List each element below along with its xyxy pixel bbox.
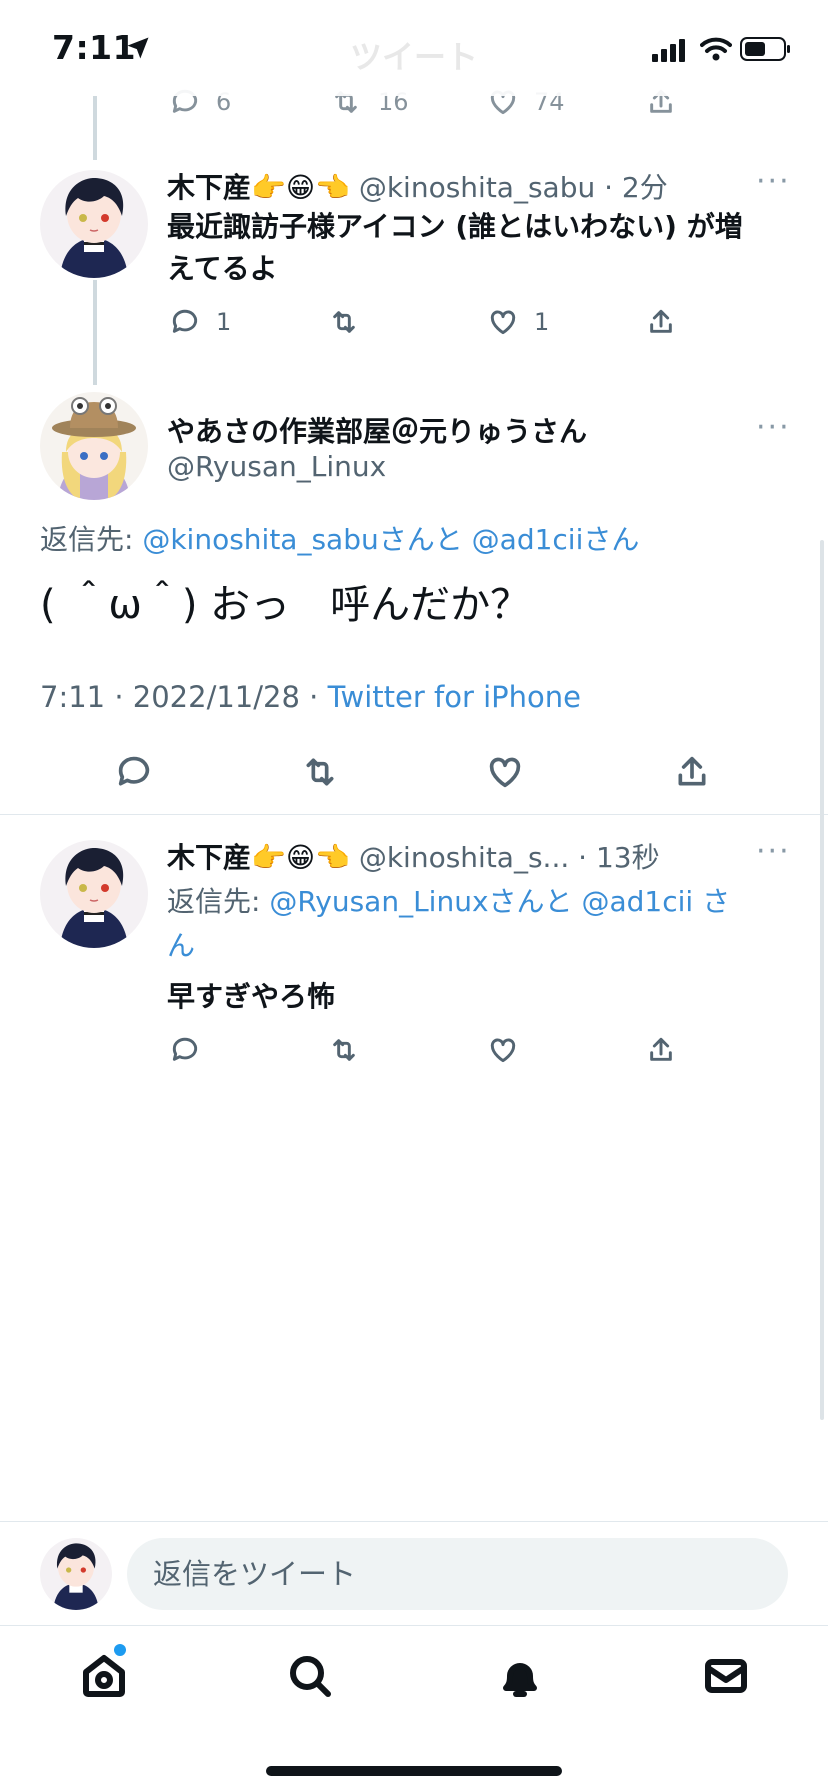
- avatar[interactable]: [40, 392, 148, 500]
- reply-icon: [172, 309, 198, 333]
- retweet-button[interactable]: [298, 752, 342, 792]
- heart-icon: [489, 757, 521, 788]
- mention-link[interactable]: @ad1cii: [581, 885, 693, 918]
- more-options-icon[interactable]: ···: [756, 164, 791, 199]
- bell-icon: [503, 1663, 537, 1697]
- more-options-icon[interactable]: ···: [756, 834, 791, 869]
- share-icon: [650, 1037, 672, 1061]
- more-options-icon[interactable]: ···: [756, 410, 791, 445]
- avatar[interactable]: [40, 170, 148, 278]
- like-count: 1: [534, 308, 550, 336]
- user-handle[interactable]: @kinoshita_s...: [359, 841, 569, 874]
- divider: [0, 1521, 828, 1522]
- composer-avatar: [40, 1538, 112, 1610]
- retweet-icon: [306, 758, 334, 786]
- reply-to-suffix: ん: [167, 929, 196, 962]
- reply-to: 返信先: @Ryusan_Linuxさんと @ad1cii さ ん: [167, 880, 787, 968]
- tweet-header: 木下産👉😁👈 @kinoshita_s... · 13秒: [167, 836, 660, 876]
- tweet-meta: 7:11 · 2022/11/28 · Twitter for iPhone: [40, 680, 581, 714]
- mention-link[interactable]: @ad1cii: [472, 523, 584, 556]
- search-icon: [290, 1656, 331, 1697]
- notification-dot: [114, 1644, 126, 1656]
- heart-icon: [490, 1038, 516, 1063]
- reply-to-suffix: さんと: [488, 885, 573, 918]
- display-name-text: やあさの作業部屋＠元りゅうさん: [167, 415, 588, 448]
- reply-icon: [118, 756, 150, 786]
- avatar-image: [40, 1538, 112, 1610]
- like-button[interactable]: 1: [486, 306, 549, 338]
- heart-icon: [490, 310, 516, 335]
- tweet-source-link[interactable]: Twitter for iPhone: [328, 680, 581, 714]
- retweet-button[interactable]: [326, 1034, 362, 1066]
- scrollbar[interactable]: [820, 540, 824, 1420]
- retweet-icon: [333, 311, 355, 333]
- tab-notifications[interactable]: [496, 1652, 544, 1700]
- main-tweet-text: ( ＾ω＾) おっ 呼んだか？: [40, 582, 531, 628]
- reply-to-label: 返信先:: [40, 523, 134, 556]
- tweet-timestamp: 7:11 · 2022/11/28 ·: [40, 680, 319, 714]
- retweet-icon: [333, 1039, 355, 1061]
- reply-to-suffix: さん: [583, 523, 640, 556]
- share-icon: [650, 309, 672, 333]
- share-icon: [678, 756, 706, 786]
- avatar-image: [40, 170, 148, 278]
- display-name[interactable]: 木下産👉😁👈: [167, 171, 350, 204]
- reply-count: 1: [216, 308, 232, 336]
- tweet-time: · 13秒: [578, 841, 660, 874]
- reply-to-suffix: さんと: [378, 523, 463, 556]
- reply-to-suffix: さ: [702, 885, 731, 918]
- retweet-button[interactable]: [326, 306, 362, 338]
- reply-to: 返信先: @kinoshita_sabuさんと @ad1ciiさん: [40, 518, 639, 558]
- tweet-time: · 2分: [604, 171, 668, 204]
- divider: [0, 814, 828, 815]
- reply-button[interactable]: 1: [168, 306, 231, 338]
- battery-icon: [740, 37, 790, 61]
- reply-icon: [172, 1037, 198, 1061]
- share-button[interactable]: [645, 1034, 677, 1066]
- avatar-image: [40, 392, 148, 500]
- reply-button[interactable]: [114, 752, 154, 792]
- user-handle[interactable]: @kinoshita_sabu: [359, 171, 595, 204]
- tab-search[interactable]: [286, 1652, 334, 1700]
- tab-home[interactable]: [80, 1652, 128, 1700]
- thread-line: [93, 280, 97, 385]
- avatar[interactable]: [40, 840, 148, 948]
- user-handle[interactable]: @Ryusan_Linux: [167, 450, 386, 483]
- home-icon: [83, 1655, 125, 1697]
- tweet-text-line: 最近諏訪子様アイコン (誰とはいわない) が増: [167, 210, 743, 243]
- home-indicator[interactable]: [266, 1766, 562, 1776]
- share-button[interactable]: [672, 752, 712, 792]
- tweet-text: 最近諏訪子様アイコン (誰とはいわない) が増 えてるよ: [167, 206, 807, 290]
- like-button[interactable]: [486, 1034, 520, 1066]
- divider: [0, 1625, 828, 1626]
- display-name[interactable]: 木下産👉😁👈: [167, 841, 350, 874]
- tweet-text: 早すぎやろ怖: [167, 980, 336, 1013]
- location-arrow-icon: [127, 37, 149, 59]
- thread-line: [93, 96, 97, 160]
- tweet-text-line: えてるよ: [167, 252, 278, 285]
- wifi-icon: [700, 37, 732, 61]
- tab-messages[interactable]: [702, 1652, 750, 1700]
- avatar-image: [40, 840, 148, 948]
- share-button[interactable]: [645, 306, 677, 338]
- mention-link[interactable]: @Ryusan_Linux: [269, 885, 488, 918]
- mention-link[interactable]: @kinoshita_sabu: [142, 523, 378, 556]
- like-button[interactable]: [485, 752, 525, 792]
- signal-icon: [652, 39, 685, 62]
- reply-input[interactable]: 返信をツイート: [127, 1538, 788, 1610]
- mail-icon: [705, 1659, 747, 1693]
- tweet-header: 木下産👉😁👈 @kinoshita_sabu · 2分: [167, 166, 668, 206]
- reply-button[interactable]: [168, 1034, 202, 1066]
- reply-to-label: 返信先:: [167, 885, 261, 918]
- display-name[interactable]: やあさの作業部屋＠元りゅうさん: [167, 410, 587, 450]
